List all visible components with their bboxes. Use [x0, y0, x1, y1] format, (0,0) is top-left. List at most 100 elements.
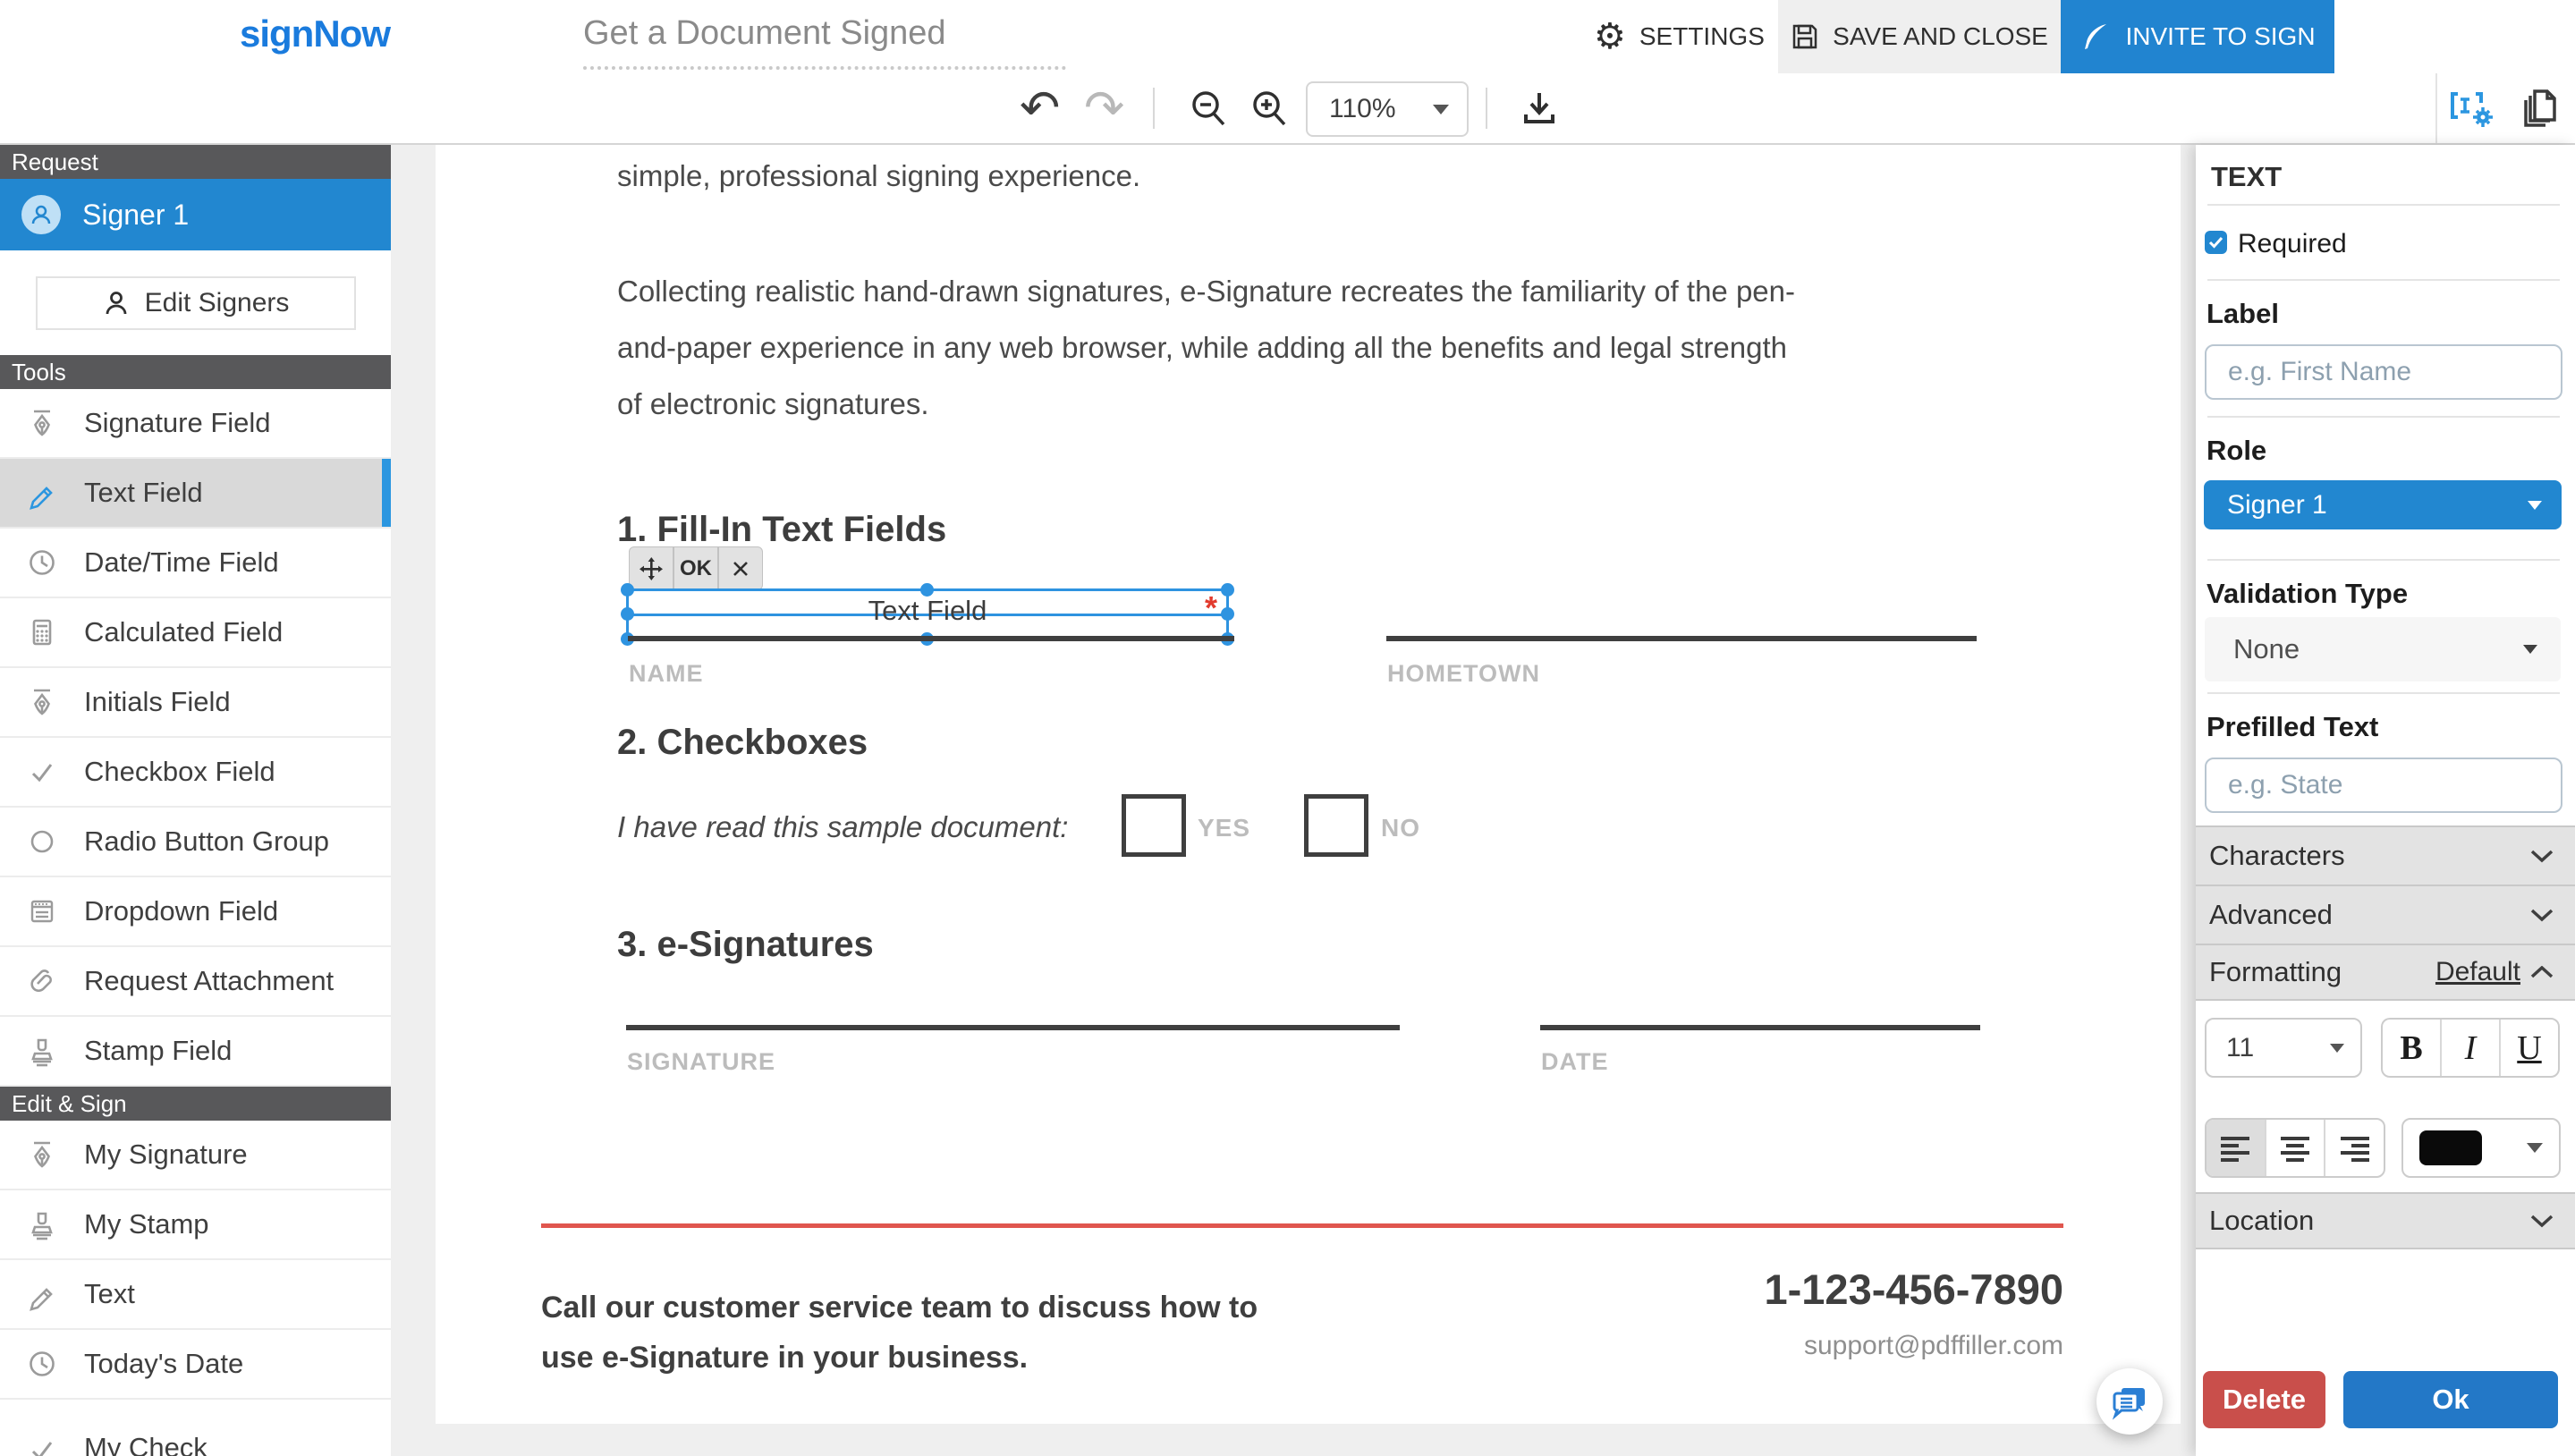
save-and-close-button[interactable]: SAVE AND CLOSE: [1778, 0, 2061, 73]
caret-down-icon: [2330, 1044, 2344, 1053]
sidebar-item-label: Request Attachment: [84, 965, 334, 997]
sidebar-item-radio-button-group[interactable]: Radio Button Group: [0, 808, 391, 877]
sidebar-item-signature-field[interactable]: Signature Field: [0, 389, 391, 459]
ok-field-button[interactable]: OK: [673, 546, 718, 590]
sidebar-item-dropdown-field[interactable]: Dropdown Field: [0, 877, 391, 947]
sidebar-item-todays-date[interactable]: Today's Date: [0, 1330, 391, 1400]
sidebar-item-label: Today's Date: [84, 1348, 243, 1380]
invite-to-sign-button[interactable]: INVITE TO SIGN: [2061, 0, 2334, 73]
toolbar-divider: [1153, 88, 1155, 129]
formatting-accordion[interactable]: Formatting Default: [2196, 944, 2575, 1001]
location-accordion[interactable]: Location: [2196, 1192, 2575, 1249]
tools-sidebar: Request Signer 1 Edit Signers Tools: [0, 145, 392, 1456]
request-header-label: Request: [12, 148, 98, 176]
footer-line: Call our customer service team to discus…: [541, 1282, 1258, 1333]
formatting-default-link[interactable]: Default: [2435, 957, 2520, 987]
redo-button[interactable]: ↷: [1084, 84, 1124, 132]
font-size-select[interactable]: 11: [2205, 1018, 2362, 1078]
sidebar-item-text[interactable]: Text: [0, 1260, 391, 1330]
signature-label: SIGNATURE: [627, 1048, 775, 1076]
align-left-button[interactable]: [2207, 1120, 2266, 1176]
download-button[interactable]: [1520, 89, 1558, 127]
chat-support-button[interactable]: [2096, 1368, 2163, 1435]
checkmark-icon: [23, 1432, 61, 1456]
sidebar-item-initials-field[interactable]: Initials Field: [0, 668, 391, 738]
edit-sign-section-header: Edit & Sign: [0, 1087, 391, 1121]
pages-copy-button[interactable]: [2520, 86, 2562, 131]
field-label: Text Field: [629, 595, 1226, 627]
paperclip-icon: [23, 963, 61, 999]
sidebar-item-my-stamp[interactable]: My Stamp: [0, 1190, 391, 1260]
panel-divider: [2207, 416, 2560, 418]
sidebar-item-request-attachment[interactable]: Request Attachment: [0, 947, 391, 1017]
pencil-icon: [23, 1276, 61, 1312]
chevron-down-icon: [2530, 850, 2554, 863]
sidebar-item-label: Dropdown Field: [84, 895, 278, 927]
location-label: Location: [2209, 1205, 2314, 1237]
toolbar-divider: [2435, 73, 2437, 143]
caret-down-icon: [1433, 105, 1449, 114]
calculator-icon: [23, 614, 61, 650]
sidebar-item-label: Signature Field: [84, 407, 271, 439]
date-label: DATE: [1541, 1048, 1609, 1076]
font-size-value: 11: [2226, 1033, 2254, 1063]
settings-button[interactable]: ⚙ SETTINGS: [1594, 0, 1773, 73]
sidebar-item-calculated-field[interactable]: Calculated Field: [0, 598, 391, 668]
font-color-select[interactable]: [2401, 1118, 2561, 1178]
resize-handle[interactable]: [920, 583, 934, 597]
prefilled-text-label: Prefilled Text: [2207, 711, 2378, 743]
text-field-widget[interactable]: Text Field *: [626, 588, 1229, 640]
zoom-level-value: 110%: [1329, 94, 1396, 124]
edit-signers-button[interactable]: Edit Signers: [36, 276, 356, 330]
align-right-button[interactable]: [2325, 1120, 2384, 1176]
resize-handle[interactable]: [621, 607, 634, 621]
toolbar-divider: [1486, 88, 1487, 129]
characters-accordion[interactable]: Characters: [2196, 825, 2575, 886]
zoom-in-button[interactable]: [1249, 88, 1290, 129]
characters-label: Characters: [2209, 840, 2345, 872]
undo-button[interactable]: ↶: [1020, 84, 1060, 132]
document-page[interactable]: simple, professional signing experience.…: [436, 145, 2181, 1424]
align-center-button[interactable]: [2266, 1120, 2326, 1176]
paragraph-line: of electronic signatures.: [617, 376, 2102, 432]
validation-type-select[interactable]: None: [2205, 617, 2561, 681]
floppy-icon: [1791, 22, 1819, 51]
sidebar-item-text-field[interactable]: Text Field: [0, 459, 391, 529]
resize-handle[interactable]: [621, 583, 634, 597]
advanced-accordion[interactable]: Advanced: [2196, 885, 2575, 945]
sidebar-item-my-signature[interactable]: My Signature: [0, 1121, 391, 1190]
formatting-label: Formatting: [2209, 956, 2342, 988]
sidebar-item-date-time-field[interactable]: Date/Time Field: [0, 529, 391, 598]
document-title[interactable]: Get a Document Signed: [583, 14, 946, 53]
prefilled-text-input[interactable]: [2205, 758, 2562, 813]
sidebar-item-label: My Signature: [84, 1139, 248, 1171]
role-select[interactable]: Signer 1: [2204, 480, 2562, 529]
move-field-button[interactable]: [629, 546, 673, 590]
ok-button[interactable]: Ok: [2343, 1371, 2558, 1428]
sidebar-item-stamp-field[interactable]: Stamp Field: [0, 1017, 391, 1087]
color-swatch: [2419, 1130, 2482, 1165]
zoom-level-select[interactable]: 110%: [1306, 81, 1469, 137]
sidebar-item-label: Calculated Field: [84, 616, 283, 648]
sidebar-item-label: Radio Button Group: [84, 825, 329, 858]
underline-button[interactable]: U: [2501, 1020, 2558, 1076]
sidebar-item-label: Date/Time Field: [84, 546, 279, 579]
panel-divider: [2207, 204, 2560, 206]
document-intro-line: simple, professional signing experience.: [617, 159, 1140, 193]
delete-button[interactable]: Delete: [2203, 1371, 2325, 1428]
field-properties-button[interactable]: [2447, 87, 2497, 130]
resize-handle[interactable]: [1221, 583, 1234, 597]
panel-divider: [2207, 692, 2560, 694]
close-field-button[interactable]: [718, 546, 763, 590]
sidebar-item-checkbox-field[interactable]: Checkbox Field: [0, 738, 391, 808]
bold-button[interactable]: B: [2383, 1020, 2442, 1076]
zoom-out-button[interactable]: [1188, 88, 1229, 129]
resize-handle[interactable]: [1221, 607, 1234, 621]
signer-name: Signer 1: [82, 199, 189, 232]
sidebar-item-my-check[interactable]: My Check: [0, 1400, 391, 1456]
pen-nib-icon: [23, 684, 61, 720]
label-input[interactable]: [2205, 344, 2562, 400]
signer-1-item[interactable]: Signer 1: [0, 179, 391, 250]
italic-button[interactable]: I: [2442, 1020, 2501, 1076]
required-checkbox[interactable]: [2205, 231, 2227, 254]
